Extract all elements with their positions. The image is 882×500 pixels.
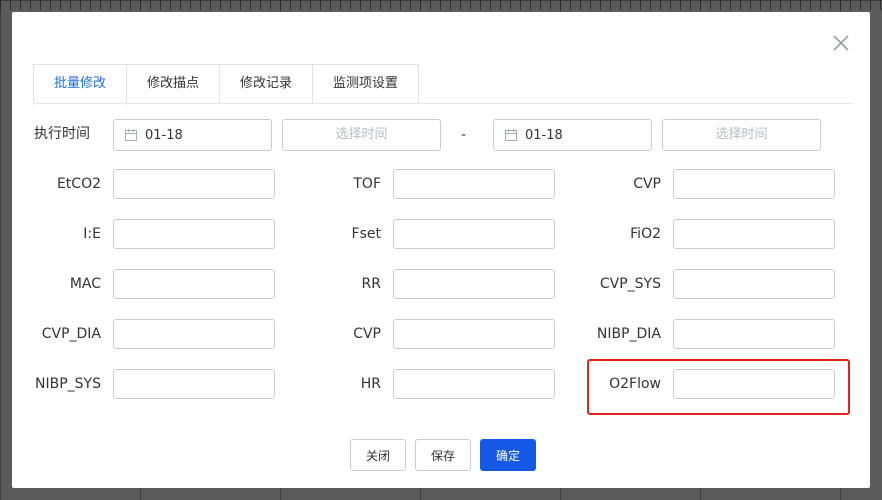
o2flow-highlight-box [587,359,850,415]
field-label-cvp-dia: CVP_DIA [41,326,101,342]
tab-edit-history[interactable]: 修改记录 [220,64,314,103]
close-icon[interactable] [832,34,850,52]
tab-bar: 批量修改 修改描点 修改记录 监测项设置 [33,64,420,105]
calendar-icon [505,129,517,141]
field-label-ie: I:E [83,226,101,242]
exec-time-label: 执行时间 [34,126,90,142]
field-label-nibp-sys: NIBP_SYS [35,376,101,392]
start-time-picker[interactable]: 选择时间 [282,119,441,151]
confirm-button[interactable]: 确定 [480,439,536,471]
tof-input[interactable] [393,169,555,199]
ie-input[interactable] [113,219,275,249]
field-label-cvp-2: CVP [353,326,381,342]
etco2-input[interactable] [113,169,275,199]
nibp-dia-input[interactable] [673,319,835,349]
calendar-icon [125,129,137,141]
field-label-nibp-dia: NIBP_DIA [596,326,661,342]
cvp-input[interactable] [673,169,835,199]
field-label-fio2: FiO2 [630,226,661,242]
cvp-dia-input[interactable] [113,319,275,349]
end-date-picker[interactable]: 01-18 [493,119,652,151]
field-label-cvp: CVP [633,176,661,192]
start-date-picker[interactable]: 01-18 [113,119,272,151]
mac-input[interactable] [113,269,275,299]
tab-batch-edit[interactable]: 批量修改 [33,64,128,105]
end-time-picker[interactable]: 选择时间 [662,119,821,151]
start-date-value: 01-18 [145,127,183,143]
fio2-input[interactable] [673,219,835,249]
close-button[interactable]: 关闭 [350,439,406,471]
save-button[interactable]: 保存 [415,439,471,471]
tab-monitor-settings[interactable]: 监测项设置 [313,64,420,103]
tab-edit-points[interactable]: 修改描点 [127,64,221,103]
field-label-fset: Fset [351,226,381,242]
field-label-mac: MAC [69,276,101,292]
rr-input[interactable] [393,269,555,299]
field-label-hr: HR [360,376,381,392]
fset-input[interactable] [393,219,555,249]
field-label-cvp-sys: CVP_SYS [599,276,661,292]
batch-edit-dialog: 批量修改 修改描点 修改记录 监测项设置 执行时间 01-18 选择时间 - 0… [12,12,870,488]
cvp-2-input[interactable] [393,319,555,349]
nibp-sys-input[interactable] [113,369,275,399]
background-ruler [0,0,882,10]
hr-input[interactable] [393,369,555,399]
field-label-tof: TOF [353,176,381,192]
cvp-sys-input[interactable] [673,269,835,299]
tab-divider [33,103,853,104]
field-label-rr: RR [361,276,381,292]
end-date-value: 01-18 [525,127,563,143]
field-label-etco2: EtCO2 [56,176,101,192]
range-separator: - [461,127,467,143]
